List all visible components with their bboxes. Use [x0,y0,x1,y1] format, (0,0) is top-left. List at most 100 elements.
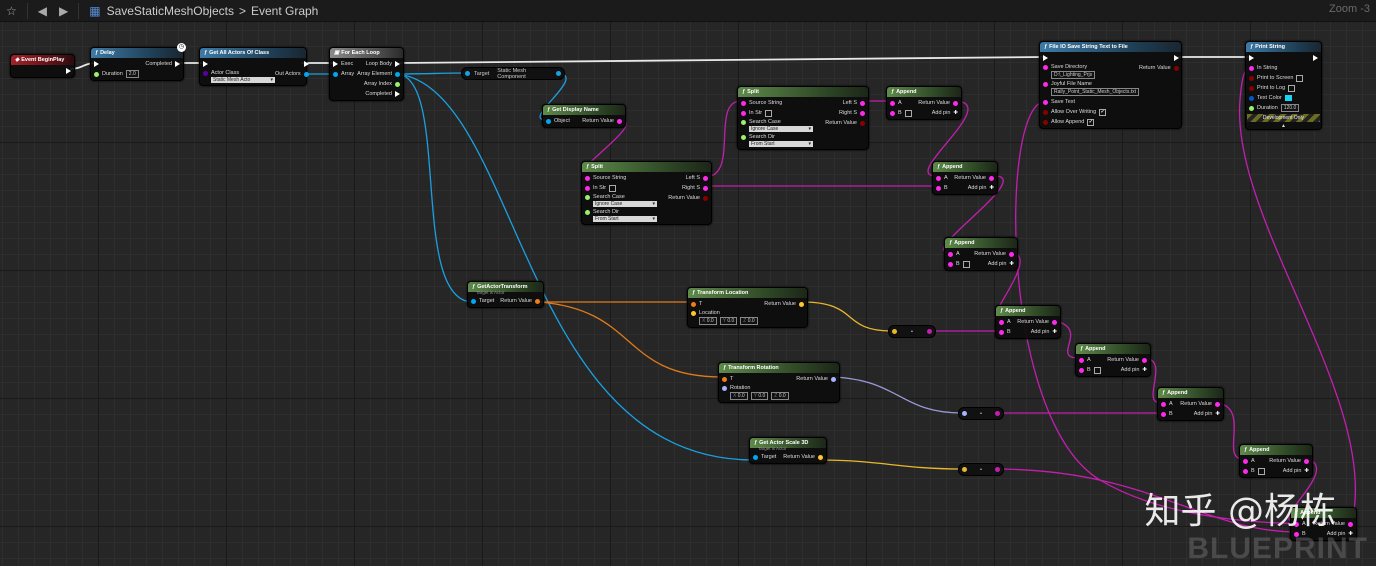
string-pin[interactable] [890,110,895,116]
string-pin[interactable] [1161,401,1166,407]
conversion-node[interactable]: • [958,407,1004,420]
checkbox[interactable]: ✔ [1087,118,1095,126]
x-field[interactable]: X 0.0 [699,317,717,325]
gettransform-node[interactable]: ƒ GetActorTransform Target is Actor Target R… [467,281,544,308]
string-pin[interactable] [1079,357,1084,363]
tloc-node[interactable]: ƒ Transform Location T Location X 0.0 Y 0.0 Z … [687,287,808,328]
search-dir-dropdown[interactable]: From Start ▾ [593,216,657,222]
string-pin[interactable] [585,185,590,191]
string-pin[interactable] [1142,357,1147,363]
add-pin-icon[interactable]: ✚ [1009,261,1014,267]
displayname-node[interactable]: ƒ Get Display Name Object Return Value [542,104,626,128]
bool-pin[interactable] [1249,75,1254,81]
string-pin[interactable] [1243,468,1248,474]
checkbox[interactable] [1296,74,1304,82]
object-pin[interactable] [546,118,551,124]
trot-node[interactable]: ƒ Transform Rotation T Rotation X 0.0 Y 0.0 Z … [718,362,840,403]
string-pin[interactable] [1243,458,1248,464]
breadcrumb-current[interactable]: Event Graph [251,4,318,18]
checkbox[interactable] [962,260,970,268]
string-pin[interactable] [1052,319,1057,325]
string-pin[interactable] [1294,521,1299,527]
split2-node[interactable]: ƒ Split Source String In Str Search Case Igno… [737,86,869,150]
get-static-mesh-component-node[interactable]: Target Static Mesh Component [461,67,565,80]
exec-pin[interactable] [395,61,400,67]
string-pin[interactable] [1249,65,1254,71]
exec-pin[interactable] [1249,55,1254,61]
bool-pin[interactable] [1043,119,1048,125]
class-pin[interactable] [203,70,208,76]
checkbox[interactable]: ✔ [1099,108,1107,116]
y-field[interactable]: Y 0.0 [750,392,769,400]
exec-pin[interactable] [395,91,400,97]
exec-pin[interactable] [1313,55,1318,61]
z-field[interactable]: Z 0.0 [771,392,789,400]
exec-pin[interactable] [203,61,208,67]
color-swatch[interactable] [1284,95,1292,101]
add-pin-icon[interactable]: ✚ [953,110,958,116]
string-pin[interactable] [948,251,953,257]
string-pin[interactable] [1215,401,1220,407]
append2-node[interactable]: ƒ Append A B Return Value Add pin ✚ [932,161,998,195]
object-pin[interactable] [303,71,309,77]
vector-pin[interactable] [691,310,696,316]
float-pin[interactable] [585,194,590,200]
add-pin-icon[interactable]: ✚ [1215,411,1220,417]
append3-node[interactable]: ƒ Append A B Return Value Add pin ✚ [944,237,1018,271]
bool-pin[interactable] [1249,85,1254,91]
getall-node[interactable]: ƒ Get All Actors Of Class Actor Class Stati… [199,47,309,86]
star-icon[interactable]: ☆ [6,4,17,18]
y-field[interactable]: Y 0.0 [719,317,738,325]
object-pin[interactable] [753,454,758,460]
append8-node[interactable]: ƒ Append A B Return Value Add pin ✚ [1290,507,1357,541]
add-pin-icon[interactable]: ✚ [989,185,994,191]
savefile-node[interactable]: ƒ File IO Save String Text to File Save Di… [1039,41,1182,129]
checkbox[interactable] [609,184,617,192]
split1-node[interactable]: ƒ Split Source String In Str Search Case Igno… [581,161,712,225]
rotator-pin[interactable] [722,385,727,391]
checkbox[interactable] [1257,467,1265,475]
append1-node[interactable]: ƒ Append A B Return Value Add pin ✚ [886,86,962,120]
exec-pin[interactable] [66,68,71,74]
conversion-node[interactable]: • [958,463,1004,476]
expand-arrow-icon[interactable]: ▲ [1246,123,1321,129]
string-pin[interactable] [1079,367,1084,373]
float-pin[interactable] [741,119,746,125]
target-pin[interactable] [465,71,470,76]
transform-pin[interactable] [691,301,696,307]
print-node[interactable]: ƒ Print String In String Print to Screen Pri… [1245,41,1322,130]
delay-node[interactable]: ƒ Delay Duration 2.0 Completed ◷ [90,43,186,81]
checkbox[interactable] [1093,366,1101,374]
string-pin[interactable] [948,261,953,267]
search-case-dropdown[interactable]: Ignore Case ▾ [593,201,657,207]
bool-pin[interactable] [860,120,865,126]
string-pin[interactable] [999,329,1004,335]
float-pin[interactable] [585,209,590,215]
checkbox[interactable] [765,109,773,117]
append4-node[interactable]: ƒ Append A B Return Value Add pin ✚ [995,305,1061,339]
float-pin[interactable] [395,81,400,87]
value-field[interactable]: 120.0 [1280,104,1300,112]
string-pin[interactable] [1161,411,1166,417]
string-pin[interactable] [1043,64,1048,70]
string-pin[interactable] [741,110,746,116]
string-pin[interactable] [860,100,865,106]
float-pin[interactable] [741,134,746,140]
checkbox[interactable] [1288,84,1296,92]
foreach-node[interactable]: ▣ For Each Loop Exec Array Loop Body Array El… [329,47,404,101]
string-pin[interactable] [860,110,865,116]
string-pin[interactable] [703,175,708,181]
string-pin[interactable] [703,185,708,191]
component-pin[interactable] [556,71,561,76]
string-pin[interactable] [1294,531,1299,537]
x-field[interactable]: X 0.0 [730,392,748,400]
string-pin[interactable] [741,100,746,106]
transform-pin[interactable] [535,298,540,304]
float-pin[interactable] [94,71,99,77]
value-field[interactable]: D:\_Lighting_Prjs [1051,71,1096,79]
exec-pin[interactable] [333,61,338,67]
search-dir-dropdown[interactable]: From Start ▾ [749,141,813,147]
string-pin[interactable] [953,100,958,106]
string-pin[interactable] [617,118,622,124]
search-case-dropdown[interactable]: Ignore Case ▾ [749,126,813,132]
